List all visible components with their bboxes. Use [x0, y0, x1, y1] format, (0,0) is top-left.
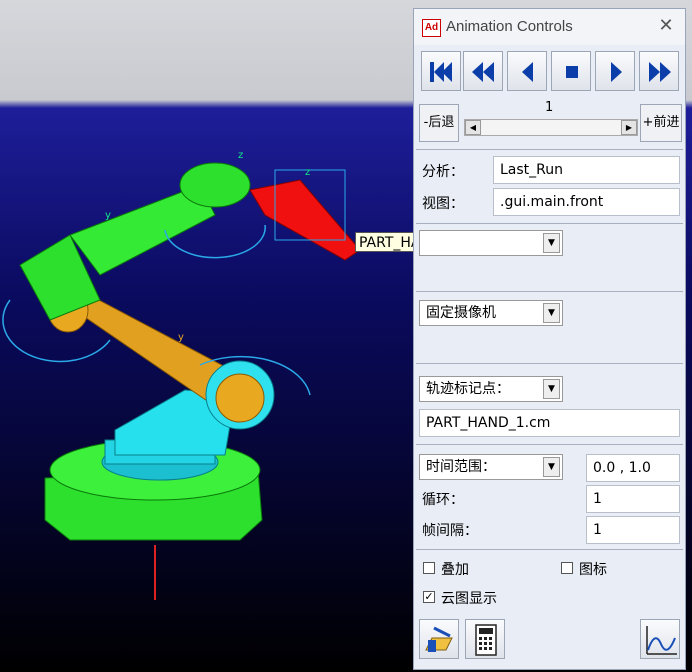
analysis-field[interactable]: Last_Run: [493, 156, 680, 184]
frame-number: 1: [545, 100, 554, 115]
skip-to-start-button[interactable]: [421, 51, 461, 91]
chevron-down-icon: ▼: [543, 457, 560, 477]
window-title: Animation Controls: [446, 18, 573, 35]
view-label: 视图：: [422, 196, 464, 212]
title-bar[interactable]: Ad Animation Controls ✕: [414, 9, 685, 45]
divider: [416, 149, 683, 150]
svg-text:z: z: [238, 150, 243, 161]
stop-icon: [566, 66, 578, 78]
save-animation-button[interactable]: [419, 619, 459, 659]
play-forward-button[interactable]: [595, 51, 635, 91]
rewind-button[interactable]: [463, 51, 503, 91]
frame-scrollbar[interactable]: ◀ ▶: [464, 119, 638, 136]
animation-controls-panel: Ad Animation Controls ✕ -后退 1 ◀ ▶ +前进 分析…: [413, 8, 686, 670]
svg-text:y: y: [178, 332, 184, 343]
plot-icon: [646, 626, 677, 655]
calculator-button[interactable]: [465, 619, 505, 659]
icons-label: 图标: [579, 562, 607, 578]
divider: [416, 223, 683, 224]
save-animation-icon: [425, 626, 453, 652]
divider: [416, 549, 683, 550]
fast-forward-button[interactable]: [639, 51, 679, 91]
overlay-label: 叠加: [441, 562, 469, 578]
stop-button[interactable]: [551, 51, 591, 91]
camera-select-value: 固定摄像机: [426, 305, 496, 321]
icons-checkbox[interactable]: [561, 562, 573, 574]
time-range-select-value: 时间范围：: [426, 459, 496, 475]
trace-marker-select[interactable]: 轨迹标记点： ▼: [419, 376, 563, 402]
trace-marker-field[interactable]: PART_HAND_1.cm: [419, 409, 680, 437]
contour-label: 云图显示: [441, 591, 497, 607]
contour-checkbox[interactable]: ✓: [423, 591, 435, 603]
loop-label: 循环：: [422, 492, 464, 508]
divider: [416, 444, 683, 445]
chevron-down-icon: ▼: [543, 303, 560, 323]
chevron-down-icon: ▼: [543, 379, 560, 399]
svg-text:y: y: [105, 210, 111, 221]
svg-text:z: z: [305, 167, 310, 178]
skip-to-start-icon: [430, 62, 452, 82]
camera-select[interactable]: 固定摄像机 ▼: [419, 300, 563, 326]
time-range-field[interactable]: 0.0 , 1.0: [586, 454, 680, 482]
trace-marker-select-value: 轨迹标记点：: [426, 381, 510, 397]
overlay-checkbox[interactable]: [423, 562, 435, 574]
analysis-label: 分析：: [422, 164, 464, 180]
scroll-right-icon[interactable]: ▶: [621, 120, 637, 135]
frame-interval-field[interactable]: 1: [586, 516, 680, 544]
plot-button[interactable]: [640, 619, 680, 659]
step-back-button[interactable]: -后退: [419, 104, 459, 142]
fast-forward-icon: [649, 62, 671, 82]
play-backward-icon: [522, 62, 533, 82]
close-icon[interactable]: ✕: [655, 15, 677, 37]
frame-interval-label: 帧间隔：: [422, 523, 478, 539]
step-forward-button[interactable]: +前进: [640, 104, 682, 142]
calculator-icon: [475, 624, 497, 656]
view-field[interactable]: .gui.main.front: [493, 188, 680, 216]
play-backward-button[interactable]: [507, 51, 547, 91]
rewind-icon: [472, 62, 494, 82]
part-select[interactable]: ▼: [419, 230, 563, 256]
chevron-down-icon: ▼: [543, 233, 560, 253]
time-range-select[interactable]: 时间范围： ▼: [419, 454, 563, 480]
play-forward-icon: [611, 62, 622, 82]
divider: [416, 291, 683, 292]
divider: [416, 363, 683, 364]
app-logo-icon: Ad: [422, 19, 441, 37]
scroll-left-icon[interactable]: ◀: [465, 120, 481, 135]
loop-field[interactable]: 1: [586, 485, 680, 513]
